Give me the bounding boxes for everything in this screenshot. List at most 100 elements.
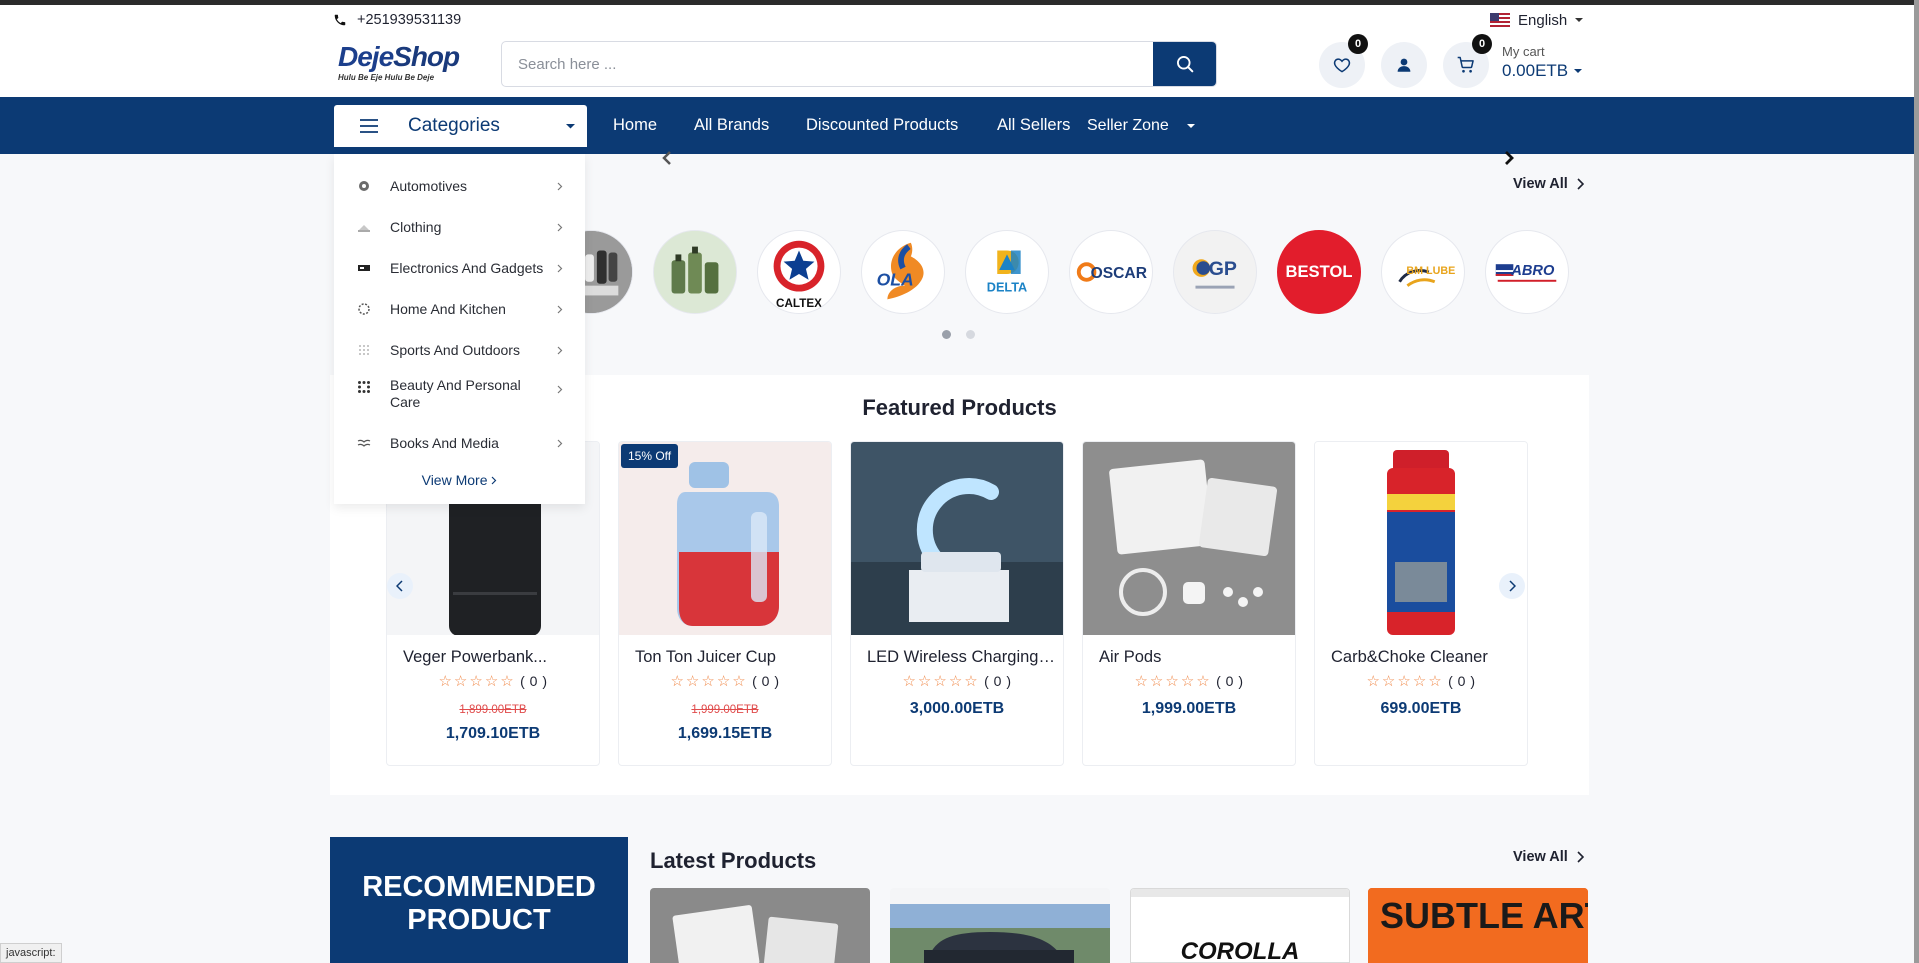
logo-text-shop: Shop [393, 41, 460, 72]
bm-lube-logo-text: BM LUBE [1406, 265, 1455, 277]
rating-count: ( 0 ) [984, 673, 1012, 689]
brands-view-all-link[interactable]: View All [1513, 176, 1584, 192]
categories-label: Categories [408, 115, 500, 136]
product-rating: ☆☆☆☆☆ ( 0 ) [619, 672, 831, 690]
cart-summary[interactable]: My cart 0.00ETB [1502, 44, 1583, 81]
seller-zone-label: Seller Zone [1087, 116, 1169, 134]
nav-home[interactable]: Home [613, 97, 657, 154]
logo-text-deje: Deje [338, 41, 394, 72]
brands-view-all-label: View All [1513, 176, 1568, 192]
brand-logo-oscar[interactable]: OSCAR [1069, 230, 1153, 314]
bm-lube-logo-icon: BM LUBE [1398, 265, 1455, 287]
brand-logo-ola-energy[interactable]: OLA [861, 230, 945, 314]
rating-stars-icon: ☆☆☆☆☆ [670, 673, 748, 690]
language-selector[interactable]: English [1490, 5, 1584, 35]
phone-contact[interactable]: +251939531139 [333, 5, 461, 35]
chevron-right-icon [557, 264, 563, 272]
product-image [890, 888, 1110, 963]
categories-menu: Automotives Clothing Electronics And Gad… [334, 154, 585, 504]
product-name: Ton Ton Juicer Cup [635, 648, 776, 666]
abro-logo-text: ABRO [1510, 263, 1555, 279]
caret-down-icon [566, 124, 575, 129]
user-icon [1397, 58, 1411, 72]
categories-view-more-link[interactable]: View More [334, 472, 585, 488]
logo-tagline: Hulu Be Eje Hulu Be Deje [338, 73, 435, 82]
search-input[interactable] [502, 42, 1153, 86]
product-image [851, 442, 1063, 635]
brand-logo-gp[interactable]: GP [1173, 230, 1257, 314]
category-label: Beauty And Personal Care [390, 377, 521, 410]
featured-prev-button[interactable] [387, 573, 413, 599]
category-item-clothing[interactable]: Clothing [334, 210, 585, 244]
chevron-right-icon [491, 476, 497, 485]
rating-count: ( 0 ) [520, 673, 548, 689]
brand-logo-caltex[interactable]: CALTEX [757, 230, 841, 314]
recommended-product-banner[interactable]: RECOMMENDED PRODUCT [330, 837, 628, 963]
brand-logo-bestol[interactable]: BESTOL [1277, 230, 1361, 314]
account-button[interactable] [1381, 42, 1427, 88]
category-item-sports[interactable]: Sports And Outdoors [334, 333, 585, 367]
nav-seller-zone[interactable]: Seller Zone [1087, 97, 1195, 154]
ola-logo-text: OLA [877, 270, 914, 290]
product-card[interactable]: LED Wireless Charging S... ☆☆☆☆☆ ( 0 ) 3… [850, 441, 1064, 766]
product-price: 1,699.15ETB [677, 725, 773, 742]
product-old-price: 1,999.00ETB [691, 704, 759, 716]
carousel-prev-icon[interactable] [660, 150, 674, 166]
bestol-logo-text: BESTOL [1286, 262, 1353, 281]
search-button[interactable] [1153, 42, 1216, 86]
product-card[interactable]: Air Pods ☆☆☆☆☆ ( 0 ) 1,999.00ETB [1082, 441, 1296, 766]
wishlist-button[interactable]: 0 [1319, 34, 1368, 88]
view-more-label: View More [421, 472, 488, 488]
category-item-electronics[interactable]: Electronics And Gadgets [334, 251, 585, 285]
latest-product-card[interactable]: COROLLA [1130, 888, 1350, 963]
latest-view-all-label: View All [1513, 849, 1568, 865]
site-logo[interactable]: DejeShop Hulu Be Eje Hulu Be Deje [338, 41, 460, 91]
product-card[interactable]: Carb&Choke Cleaner ☆☆☆☆☆ ( 0 ) 699.00ETB [1314, 441, 1528, 766]
nav-all-brands[interactable]: All Brands [694, 97, 769, 154]
carousel-next-icon[interactable] [1502, 150, 1516, 166]
category-item-home-kitchen[interactable]: Home And Kitchen [334, 292, 585, 326]
nav-all-sellers[interactable]: All Sellers [997, 97, 1070, 154]
caret-down-icon [1574, 69, 1583, 73]
nav-discounted-products[interactable]: Discounted Products [806, 97, 958, 154]
latest-product-card[interactable]: SUBTLE ART OF [1368, 888, 1588, 963]
us-flag-icon [1490, 13, 1510, 27]
product-price: 699.00ETB [1380, 700, 1462, 717]
caret-down-icon [1186, 123, 1195, 128]
rating-stars-icon: ☆☆☆☆☆ [1134, 673, 1212, 690]
carousel-dot[interactable] [966, 330, 975, 339]
latest-view-all-link[interactable]: View All [1513, 849, 1584, 865]
sports-icon [356, 342, 372, 358]
cosmetics-brand-icon [654, 231, 736, 313]
main-navbar: Categories Home All Brands Discounted Pr… [0, 97, 1919, 154]
brand-logo-abro[interactable]: ABRO [1485, 230, 1569, 314]
category-item-books[interactable]: Books And Media [334, 426, 585, 460]
featured-next-button[interactable] [1499, 573, 1525, 599]
phone-icon [334, 14, 346, 26]
chevron-right-icon [1577, 851, 1584, 863]
product-image [619, 442, 831, 635]
caltex-logo-text: CALTEX [776, 297, 822, 310]
cart-button[interactable]: 0 [1443, 34, 1492, 88]
category-item-beauty[interactable]: Beauty And Personal Care [334, 373, 585, 417]
latest-product-card[interactable] [650, 888, 870, 963]
chevron-right-icon [557, 305, 563, 313]
bestol-logo-icon: BESTOL [1286, 262, 1353, 281]
page-scrollbar[interactable] [1914, 0, 1919, 963]
categories-dropdown-button[interactable]: Categories [334, 105, 587, 147]
cart-label: My cart [1502, 44, 1545, 59]
product-card[interactable]: 15% Off Ton Ton Juicer Cup ☆☆☆☆☆ ( 0 ) 1… [618, 441, 832, 766]
language-label: English [1518, 11, 1568, 29]
rating-count: ( 0 ) [1448, 673, 1476, 689]
product-rating: ☆☆☆☆☆ ( 0 ) [387, 672, 599, 690]
chevron-right-icon [557, 346, 563, 354]
brand-logo-cosmetics[interactable] [653, 230, 737, 314]
category-item-automotives[interactable]: Automotives [334, 169, 585, 203]
electronics-icon [356, 260, 372, 276]
product-name: Veger Powerbank... [403, 648, 548, 666]
brand-logo-delta[interactable]: DELTA [965, 230, 1049, 314]
brand-logo-bm-lube[interactable]: BM LUBE [1381, 230, 1465, 314]
rating-stars-icon: ☆☆☆☆☆ [902, 673, 980, 690]
carousel-dot-active[interactable] [942, 330, 951, 339]
latest-product-card[interactable] [890, 888, 1110, 963]
